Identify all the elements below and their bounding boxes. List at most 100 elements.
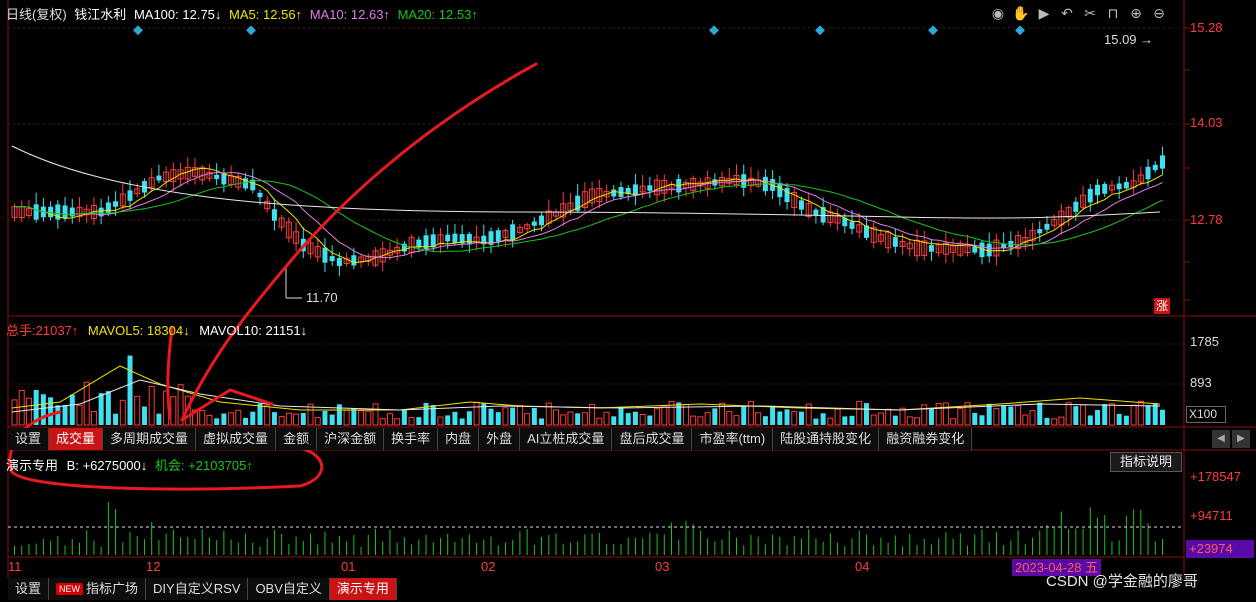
tab-indicator[interactable]: 沪深金额 [317,428,385,450]
scissors-icon[interactable]: ✂ [1081,4,1099,22]
volume-bar [394,418,401,426]
event-diamond-icon [815,25,825,36]
b-label: B: [66,458,79,473]
volume-bar [770,405,776,425]
volume-bar [488,408,494,425]
volume-bar [170,396,177,426]
volume-bar [798,411,804,425]
zoom-out-icon[interactable]: ⊖ [1150,4,1168,22]
volume-bar [704,412,711,426]
tab-indicator[interactable]: 成交量 [49,428,104,450]
volume-bar [827,417,834,426]
price-axis-low: 12.78 [1190,212,1223,227]
volume-bar [322,410,328,425]
ma20-value: 12.53↑ [438,7,478,22]
volume-bar [285,412,292,426]
b-value: +6275000↓ [82,458,148,473]
bottom-tab[interactable]: OBV自定义 [248,578,330,600]
zhang-badge[interactable]: 涨 [1154,298,1170,314]
period-label[interactable]: 日线(复权) [6,7,67,22]
month-label: 02 [481,559,496,574]
tabs-scroll-left-icon[interactable]: ◀ [1212,430,1230,448]
ma10-value: 12.63↑ [350,7,390,22]
volume-bar [611,416,617,425]
bottom-tab[interactable]: 设置 [8,578,50,600]
indicator-explain-button[interactable]: 指标说明 [1110,452,1182,472]
tabs-scroll-right-icon[interactable]: ▶ [1232,430,1250,448]
volume-bar [849,415,855,425]
bottom-tab[interactable]: NEW 指标广场 [49,578,147,600]
annotation-stroke [166,326,174,420]
tab-indicator[interactable]: 虚拟成交量 [196,428,277,450]
volume-bar [113,413,119,425]
tab-indicator[interactable]: 盘后成交量 [612,428,693,450]
volume-bar [243,417,249,425]
tab-indicator[interactable]: 多周期成交量 [103,428,197,450]
ma10-label: MA10: [309,7,348,22]
volume-bar [639,414,646,426]
event-diamond-icon [133,25,143,36]
volume-bar [820,413,826,425]
month-label: 01 [341,559,356,574]
volume-bar [90,410,97,426]
volume-bar [755,412,762,426]
undo-icon[interactable]: ↶ [1058,4,1076,22]
volume-bar [1159,409,1165,425]
tab-indicator[interactable]: 金额 [276,428,318,450]
volume-bar [863,403,869,425]
volume-bar [516,405,523,426]
indicator-tabs: 设置 NEW 指标广场 DIY自定义RSV OBV自定义 演示专用 [8,578,397,600]
tab-indicator[interactable]: 市盈率(ttm) [692,428,774,450]
bottom-tab[interactable]: DIY自定义RSV [146,578,249,600]
tab-indicator[interactable]: 换手率 [384,428,439,450]
candle-body [1044,223,1050,230]
volume-bar [105,391,111,425]
lock-icon[interactable]: ⊓ [1104,4,1122,22]
volume-bar [445,415,451,425]
candle-body [33,204,39,220]
tab-indicator[interactable]: 陆股通持股变化 [773,428,880,450]
volume-bar [386,413,393,426]
volume-bar [647,415,653,425]
bottom-tab[interactable]: 演示专用 [329,578,397,600]
tab-indicator[interactable]: 外盘 [479,428,521,450]
volume-bar [466,411,472,425]
chart-canvas[interactable] [0,0,1256,602]
stock-name: 钱江水利 [74,7,127,22]
volume-bar [76,404,83,426]
volume-bar [69,394,75,425]
candle-body [928,245,934,252]
zoom-in-icon[interactable]: ⊕ [1127,4,1145,22]
tab-indicator[interactable]: 融资融券变化 [879,428,973,450]
indicator-axis-low: +23974 [1186,540,1254,558]
volume-bar [40,394,46,425]
ma100-value: 12.75↓ [182,7,222,22]
volume-bar [214,418,220,425]
volume-bar [581,412,588,426]
tab-settings[interactable]: 设置 [8,428,50,450]
event-diamond-icon [1015,25,1025,36]
volume-bar [430,404,436,425]
volume-bar [1029,410,1036,426]
volume-bar [834,408,841,426]
volume-axis-top: 1785 [1190,334,1219,349]
volume-bar [762,416,768,425]
bottom-tab-label: 指标广场 [86,581,139,596]
volume-bar [957,408,964,426]
volume-bar [1102,404,1108,425]
candle-body [798,200,804,210]
indicator-name: 演示专用 [6,458,59,473]
eye-icon[interactable]: ◉ [989,4,1007,22]
volume-bar [1022,414,1029,426]
volume-bar [1087,415,1093,425]
volume-bar [148,385,155,426]
volume-bar [1065,402,1072,426]
volume-bar [221,413,227,425]
candle-body [329,256,335,262]
play-icon[interactable]: ▶ [1035,4,1053,22]
tab-indicator[interactable]: AI立桩成交量 [520,428,613,450]
mavol10-value: 21151↓ [265,323,308,338]
hand-icon[interactable]: ✋ [1012,4,1030,22]
ma20-label: MA20: [397,7,436,22]
tab-indicator[interactable]: 内盘 [438,428,480,450]
